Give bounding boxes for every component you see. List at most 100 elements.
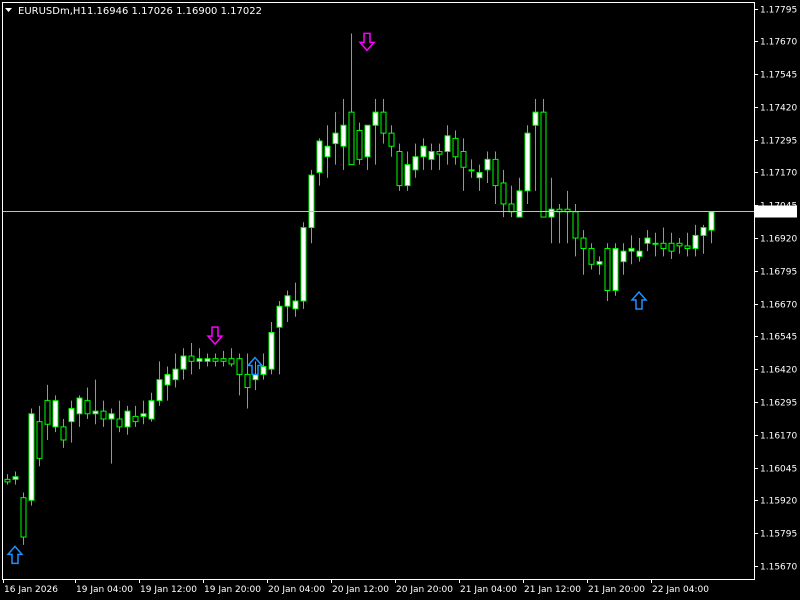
candle-body	[388, 132, 395, 147]
candle-body	[156, 379, 163, 402]
candle	[540, 99, 547, 218]
candle-body	[300, 227, 307, 302]
candle-body	[524, 132, 531, 192]
candle-body	[476, 171, 483, 179]
candle-body	[180, 355, 187, 370]
candle-body	[276, 305, 283, 328]
candle-body	[4, 478, 11, 483]
ohlc-label: 1.16946 1.17026 1.16900 1.17022	[87, 6, 262, 17]
candle-body	[124, 410, 131, 428]
candle-body	[420, 145, 427, 158]
y-tick-label: 1.16670	[760, 301, 797, 311]
candle-body	[572, 211, 579, 239]
x-tick-label: 20 Jan 04:00	[268, 585, 325, 595]
chart-background	[0, 0, 800, 600]
symbol-timeframe-label: EURUSDm,H1	[18, 6, 87, 17]
candle-body	[588, 248, 595, 265]
candle-body	[148, 400, 155, 420]
candle	[28, 408, 35, 506]
candle-body	[380, 111, 387, 134]
y-tick-label: 1.17545	[760, 71, 797, 81]
y-tick-label: 1.15920	[760, 497, 797, 507]
candle-body	[84, 400, 91, 415]
candle-body	[20, 497, 27, 538]
candle	[52, 395, 59, 433]
candle-body	[500, 182, 507, 205]
candle-body	[60, 426, 67, 441]
candle-body	[492, 158, 499, 187]
candle-body	[540, 111, 547, 218]
candle-body	[340, 124, 347, 147]
candle-body	[92, 410, 99, 415]
candle-body	[396, 150, 403, 187]
candle-body	[620, 250, 627, 263]
candle-body	[204, 358, 211, 362]
y-tick-label: 1.15795	[760, 530, 797, 540]
x-tick-label: 21 Jan 20:00	[588, 585, 645, 595]
candle-body	[596, 261, 603, 265]
x-tick-label: 21 Jan 04:00	[460, 585, 517, 595]
y-tick-label: 1.17295	[760, 137, 797, 147]
candle-body	[692, 234, 699, 250]
y-tick-label: 1.16170	[760, 432, 797, 442]
candle-body	[140, 413, 147, 417]
candle-body	[532, 111, 539, 126]
candle-body	[676, 242, 683, 247]
y-tick-label: 1.16045	[760, 465, 797, 475]
candle-body	[508, 203, 515, 213]
y-tick-label: 1.16795	[760, 268, 797, 278]
candle-body	[348, 111, 355, 166]
y-tick-label: 1.16420	[760, 366, 797, 376]
candle-body	[684, 245, 691, 250]
candle-body	[660, 242, 667, 250]
candle-body	[428, 150, 435, 160]
candle-body	[172, 368, 179, 381]
y-tick-label: 1.17670	[760, 38, 797, 48]
candle-body	[468, 169, 475, 172]
candle-body	[236, 358, 243, 375]
chart-header: EURUSDm,H1 1.16946 1.17026 1.16900 1.170…	[5, 6, 262, 17]
y-tick-label: 1.17420	[760, 104, 797, 114]
candle-body	[316, 140, 323, 173]
x-tick-label: 19 Jan 12:00	[140, 585, 197, 595]
candle-body	[516, 190, 523, 218]
candle-body	[28, 413, 35, 501]
candle-body	[284, 295, 291, 307]
candle-body	[412, 156, 419, 171]
candle-body	[548, 208, 555, 218]
candle-body	[220, 358, 227, 362]
y-tick-label: 1.17170	[760, 169, 797, 179]
x-tick-label: 16 Jan 2026	[4, 585, 58, 595]
y-tick-label: 1.15670	[760, 563, 797, 573]
candle-body	[580, 237, 587, 250]
x-tick-label: 20 Jan 20:00	[396, 585, 453, 595]
candle	[20, 492, 27, 545]
candle	[300, 222, 307, 309]
candle-body	[700, 227, 707, 236]
y-tick-label: 1.16295	[760, 399, 797, 409]
candle-body	[324, 145, 331, 158]
y-tick-label: 1.17795	[760, 6, 797, 16]
x-tick-label: 19 Jan 04:00	[76, 585, 133, 595]
candle-body	[52, 400, 59, 428]
y-tick-label: 1.16920	[760, 235, 797, 245]
price-tag: 1.17022	[755, 205, 797, 218]
x-tick-label: 19 Jan 20:00	[204, 585, 261, 595]
candle-body	[636, 250, 643, 257]
candle-body	[292, 300, 299, 310]
x-tick-label: 20 Jan 12:00	[332, 585, 389, 595]
candle-body	[364, 124, 371, 158]
candle-body	[708, 211, 715, 231]
candle-body	[604, 248, 611, 291]
candle-body	[436, 150, 443, 155]
x-tick-label: 22 Jan 04:00	[652, 585, 709, 595]
candle-body	[164, 373, 171, 386]
candle-body	[228, 358, 235, 365]
price-chart[interactable]: 1.17795 1.17670 1.17545 1.17420 1.17295 1.171…	[0, 0, 800, 600]
candle-body	[308, 174, 315, 229]
candle-body	[612, 248, 619, 291]
candle-body	[652, 242, 659, 245]
candle-body	[628, 248, 635, 252]
candle-body	[332, 132, 339, 145]
candle-body	[212, 358, 219, 362]
